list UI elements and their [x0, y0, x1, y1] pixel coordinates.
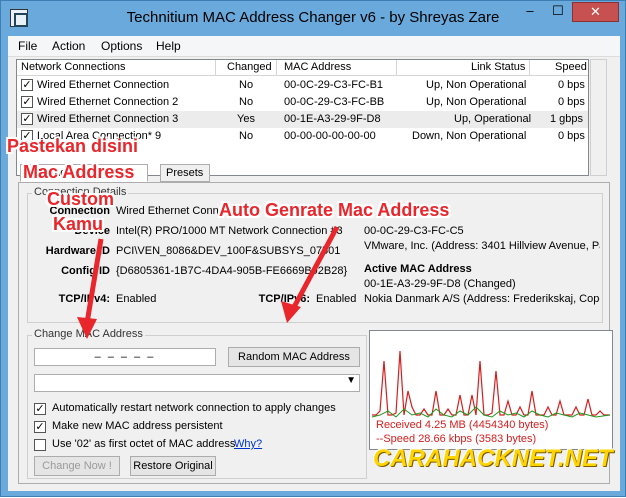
row-changed: No — [239, 79, 254, 91]
row-changed: Yes — [237, 113, 255, 125]
row-checkbox[interactable]: ✓ — [21, 96, 33, 108]
group-label: Change MAC Address — [32, 328, 145, 340]
row-changed: No — [239, 96, 254, 108]
octet-label: Use '02' as first octet of MAC address — [52, 438, 236, 450]
column-divider[interactable] — [396, 60, 397, 76]
random-mac-button[interactable]: Random MAC Address — [228, 347, 360, 367]
annotation-custom: Custom — [47, 189, 114, 209]
config-id-label: Config ID — [61, 265, 110, 277]
table-row[interactable]: ✓ Wired Ethernet Connection No 00-0C-29-… — [17, 77, 588, 94]
minimize-button[interactable]: – — [516, 2, 544, 22]
row-mac: 00-0C-29-C3-FC-B1 — [284, 79, 384, 91]
column-divider[interactable] — [215, 60, 216, 76]
annotation-paste: Pastekan disini — [7, 136, 139, 156]
header-mac-address[interactable]: MAC Address — [284, 61, 351, 73]
row-speed: 0 bps — [558, 79, 585, 91]
active-mac: 00-1E-A3-29-9F-D8 (Changed) — [364, 278, 516, 290]
restart-label: Automatically restart network connection… — [52, 402, 336, 414]
table-row[interactable]: ✓ Wired Ethernet Connection 2 No 00-0C-2… — [17, 94, 588, 111]
active-vendor: Nokia Danmark A/S (Address: Frederikskaj… — [364, 293, 600, 305]
menu-help[interactable]: Help — [156, 39, 181, 53]
column-divider[interactable] — [276, 60, 277, 76]
row-mac: 00-1E-A3-29-9F-D8 — [284, 113, 381, 125]
change-mac-group: Change MAC Address – – – – – Random MAC … — [27, 328, 367, 479]
connection-value: Wired Ethernet Connec — [116, 205, 231, 217]
change-now-button[interactable]: Change Now ! — [34, 456, 120, 476]
row-checkbox[interactable]: ✓ — [21, 79, 33, 91]
menu-file[interactable]: File — [18, 39, 37, 53]
title-bar[interactable]: Technitium MAC Address Changer v6 - by S… — [1, 1, 625, 35]
mac-address-input[interactable]: – – – – – — [34, 348, 216, 366]
connections-grid[interactable]: Network Connections Changed MAC Address … — [16, 59, 589, 176]
persistent-checkbox[interactable]: ✓ — [34, 421, 46, 433]
row-mac: 00-00-00-00-00-00 — [284, 130, 376, 142]
grid-scrollbar[interactable] — [590, 59, 607, 176]
received-stat: Received 4.25 MB (4454340 bytes) — [376, 419, 549, 431]
header-speed[interactable]: Speed — [555, 61, 587, 73]
vendor-dropdown[interactable]: ▼ — [34, 374, 360, 392]
original-vendor: VMware, Inc. (Address: 3401 Hillview Ave… — [364, 240, 600, 252]
active-mac-label: Active MAC Address — [364, 263, 472, 275]
octet-checkbox[interactable] — [34, 439, 46, 451]
chevron-down-icon: ▼ — [346, 375, 356, 386]
persistent-label: Make new MAC address persistent — [52, 420, 223, 432]
column-divider[interactable] — [529, 60, 530, 76]
tcpip-v4-value: Enabled — [116, 293, 157, 305]
speed-line — [371, 406, 611, 418]
row-status: Up, Non Operational — [426, 79, 527, 91]
row-status: Up, Operational — [454, 113, 532, 125]
tcpip-v4-label: TCP/IPv4: — [58, 293, 110, 305]
restart-checkbox[interactable]: ✓ — [34, 403, 46, 415]
row-status: Down, Non Operational — [412, 130, 527, 142]
speed-stat: --Speed 28.66 kbps (3583 bytes) — [376, 433, 537, 445]
grid-header: Network Connections Changed MAC Address … — [17, 60, 588, 76]
maximize-button[interactable]: ☐ — [544, 2, 572, 22]
header-link-status[interactable]: Link Status — [471, 61, 525, 73]
row-checkbox[interactable]: ✓ — [21, 113, 33, 125]
app-window: Technitium MAC Address Changer v6 - by S… — [0, 0, 626, 497]
tcpip-v6-label: TCP/IPv6: — [258, 293, 310, 305]
close-button[interactable]: ✕ — [572, 2, 619, 22]
hardware-id-label: Hardware ID — [45, 245, 110, 257]
traffic-graph: Received 4.25 MB (4454340 bytes) --Speed… — [369, 330, 613, 450]
table-row[interactable]: ✓ Wired Ethernet Connection 3 Yes 00-1E-… — [17, 111, 588, 128]
header-network-connections[interactable]: Network Connections — [21, 61, 126, 73]
row-status: Up, Non Operational — [426, 96, 527, 108]
row-changed: No — [239, 130, 254, 142]
tab-presets[interactable]: Presets — [160, 164, 210, 182]
row-speed: 0 bps — [558, 96, 585, 108]
tcpip-v6-value: Enabled — [316, 293, 357, 305]
row-speed: 1 gbps — [550, 113, 584, 125]
hardware-id-value: PCI\VEN_8086&DEV_100F&SUBSYS_07501 — [116, 245, 341, 257]
row-name: Wired Ethernet Connection — [37, 79, 170, 91]
annotation-mac: Mac Address — [23, 162, 135, 182]
restore-original-button[interactable]: Restore Original — [130, 456, 216, 476]
annotation-auto: Auto Genrate Mac Address — [219, 200, 450, 220]
original-mac: 00-0C-29-C3-FC-C5 — [364, 225, 464, 237]
menu-bar: File Action Options Help — [8, 36, 620, 57]
why-link[interactable]: Why? — [234, 438, 262, 450]
row-name: Wired Ethernet Connection 3 — [37, 113, 179, 125]
config-id-value: {D6805361-1B7C-4DA4-905B-FE6669B92B28} — [116, 265, 348, 277]
device-value: Intel(R) PRO/1000 MT Network Connection … — [116, 225, 343, 237]
row-mac: 00-0C-29-C3-FC-BB — [284, 96, 385, 108]
watermark: CARAHACKNET.NET — [373, 445, 613, 472]
menu-options[interactable]: Options — [101, 39, 142, 53]
received-line — [372, 350, 610, 416]
row-speed: 0 bps — [558, 130, 585, 142]
annotation-kamu: Kamu — [53, 214, 104, 234]
menu-action[interactable]: Action — [52, 39, 85, 53]
row-name: Wired Ethernet Connection 2 — [37, 96, 179, 108]
traffic-graph-canvas — [371, 350, 611, 418]
header-changed[interactable]: Changed — [227, 61, 272, 73]
